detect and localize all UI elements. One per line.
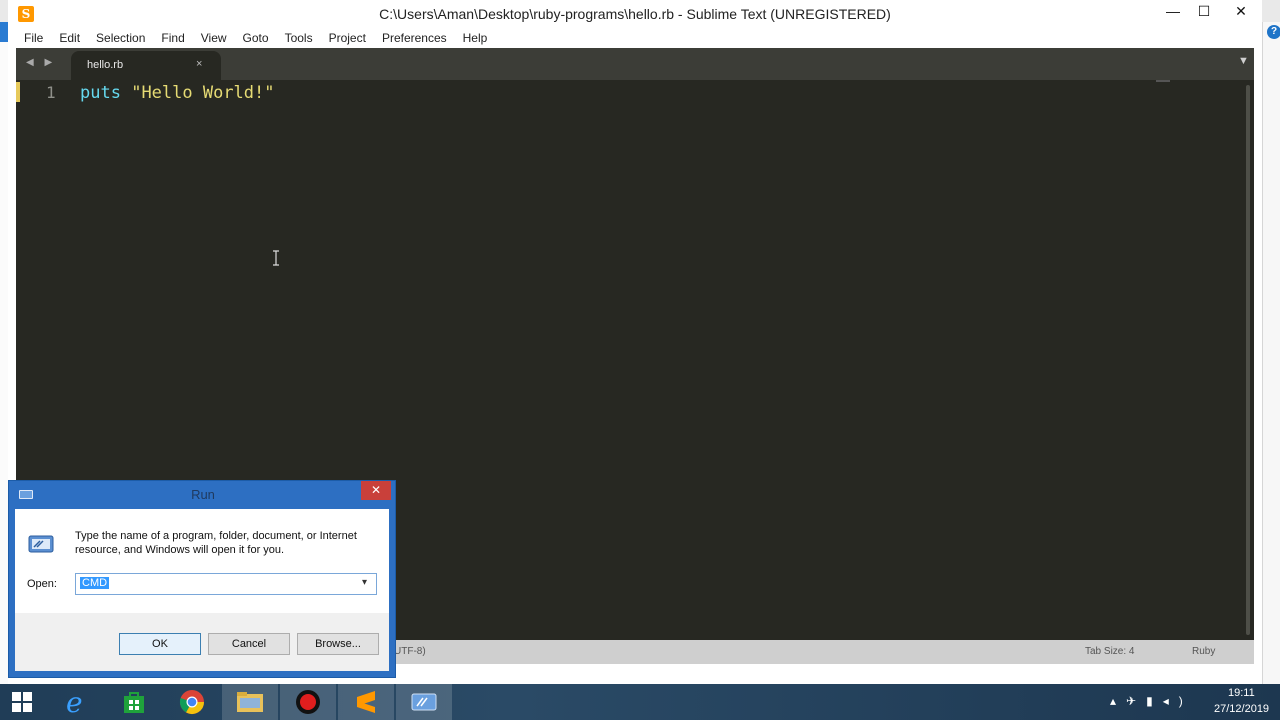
line-number: 1: [46, 83, 56, 102]
run-close-button[interactable]: ✕: [361, 481, 391, 500]
background-window-right-edge: ?: [1262, 22, 1280, 684]
menu-bar: File Edit Selection Find View Goto Tools…: [16, 30, 495, 48]
status-tab-size[interactable]: Tab Size: 4: [1085, 646, 1134, 657]
taskbar-file-explorer[interactable]: [222, 684, 278, 720]
status-encoding[interactable]: UTF-8): [394, 646, 426, 657]
tab-close-icon[interactable]: ×: [196, 58, 202, 70]
menu-preferences[interactable]: Preferences: [374, 30, 455, 48]
menu-project[interactable]: Project: [321, 30, 374, 48]
vertical-scrollbar[interactable]: [1244, 80, 1252, 640]
open-label: Open:: [27, 578, 57, 590]
system-tray: ▴✈▮◂) 19:11 27/12/2019: [1110, 684, 1280, 720]
open-combobox[interactable]: CMD ▾: [75, 573, 377, 595]
code-line-1[interactable]: puts "Hello World!": [80, 82, 275, 104]
volume-icon[interactable]: ◂): [1163, 694, 1193, 708]
menu-goto[interactable]: Goto: [235, 30, 277, 48]
close-window-button[interactable]: ✕: [1220, 0, 1262, 22]
maximize-button[interactable]: ☐: [1189, 0, 1219, 22]
open-input-value[interactable]: CMD: [80, 577, 110, 589]
taskbar-chrome[interactable]: [164, 684, 220, 720]
clock-date[interactable]: 27/12/2019: [1214, 703, 1269, 715]
battery-icon[interactable]: ▮: [1146, 694, 1163, 708]
run-dialog-title: Run: [191, 487, 215, 502]
show-hidden-icons-icon[interactable]: ▴: [1110, 694, 1126, 708]
scrollbar-thumb[interactable]: [1246, 85, 1250, 635]
clock-time[interactable]: 19:11: [1228, 687, 1255, 699]
airplane-mode-icon[interactable]: ✈: [1126, 694, 1146, 708]
tab-bar: ◀ ▶ hello.rb × ▼: [16, 48, 1254, 80]
store-icon: [124, 692, 144, 713]
run-dialog: Run ✕ Type the name of a program, folder…: [8, 480, 396, 678]
ibeam-cursor-icon: [273, 250, 279, 266]
chrome-icon: [179, 690, 204, 715]
browse-button[interactable]: Browse...: [297, 633, 379, 655]
sublime-text-icon: [357, 691, 375, 713]
tray-icons[interactable]: ▴✈▮◂): [1110, 694, 1193, 708]
minimap[interactable]: [1156, 80, 1170, 82]
taskbar-recorder[interactable]: [280, 684, 336, 720]
current-line-marker: [16, 82, 20, 102]
taskbar-store[interactable]: [106, 684, 162, 720]
taskbar-sublime-text[interactable]: [338, 684, 394, 720]
run-program-icon: [28, 535, 54, 553]
tab-navigation-arrows-icon[interactable]: ◀ ▶: [26, 57, 56, 68]
tab-hello-rb[interactable]: hello.rb ×: [71, 51, 221, 80]
taskbar-run[interactable]: [396, 684, 452, 720]
run-description: Type the name of a program, folder, docu…: [75, 530, 357, 556]
menu-help[interactable]: Help: [455, 30, 496, 48]
menu-view[interactable]: View: [193, 30, 235, 48]
menu-tools[interactable]: Tools: [277, 30, 321, 48]
menu-selection[interactable]: Selection: [88, 30, 153, 48]
cancel-button[interactable]: Cancel: [208, 633, 290, 655]
help-icon[interactable]: ?: [1267, 25, 1280, 39]
title-bar: S C:\Users\Aman\Desktop\ruby-programs\he…: [8, 0, 1262, 30]
record-icon: [296, 690, 320, 714]
status-syntax[interactable]: Ruby: [1192, 646, 1215, 657]
chevron-down-icon[interactable]: ▾: [362, 577, 367, 588]
tab-dropdown-icon[interactable]: ▼: [1238, 55, 1249, 67]
code-keyword: puts: [80, 83, 121, 103]
taskbar: e ▴✈▮◂) 19:11 27/12/2019: [0, 684, 1280, 720]
code-string: "Hello World!": [131, 83, 275, 103]
internet-explorer-icon: e: [66, 688, 83, 716]
run-dialog-body: Type the name of a program, folder, docu…: [15, 509, 389, 671]
run-icon: [411, 693, 437, 711]
windows-logo-icon: [12, 692, 32, 712]
ok-button[interactable]: OK: [119, 633, 201, 655]
tab-label: hello.rb: [87, 59, 124, 71]
menu-edit[interactable]: Edit: [51, 30, 88, 48]
start-button[interactable]: [0, 684, 44, 720]
folder-icon: [237, 692, 263, 712]
menu-find[interactable]: Find: [153, 30, 192, 48]
svg-text:e: e: [66, 688, 83, 716]
taskbar-internet-explorer[interactable]: e: [48, 684, 104, 720]
window-title: C:\Users\Aman\Desktop\ruby-programs\hell…: [379, 6, 891, 22]
menu-file[interactable]: File: [16, 30, 51, 48]
minimize-button[interactable]: —: [1158, 0, 1188, 22]
